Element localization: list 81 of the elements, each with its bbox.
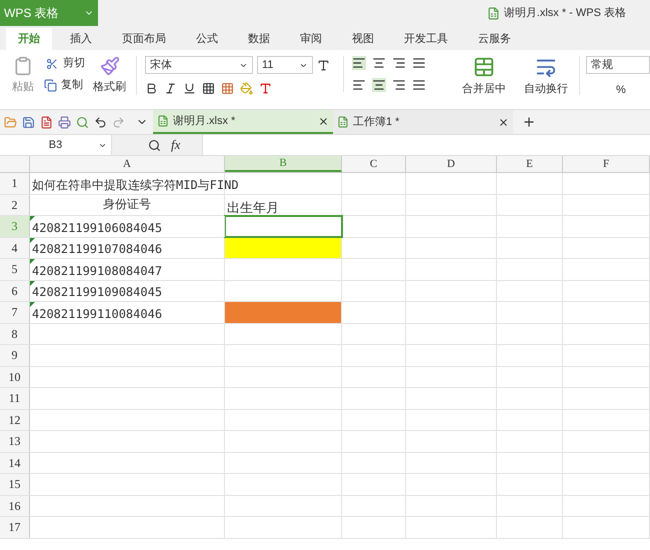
zoom-icon[interactable] [148, 138, 161, 152]
document-tab[interactable]: 谢明月.xlsx * [153, 110, 333, 134]
new-tab-icon[interactable] [522, 115, 536, 129]
align-center-icon[interactable] [372, 78, 386, 92]
document-icon [486, 6, 500, 20]
ribbon-tab[interactable]: 审阅 [288, 28, 334, 50]
align-right-icon[interactable] [392, 78, 406, 92]
row-header[interactable]: 14 [0, 452, 30, 473]
copy-button[interactable]: 复制 [44, 79, 85, 92]
bold-icon[interactable] [145, 82, 158, 95]
ribbon-tab[interactable]: 数据 [236, 28, 282, 50]
paintbrush-icon [100, 56, 120, 76]
table-cell[interactable]: 出生年月 [225, 194, 342, 215]
row-header[interactable]: 9 [0, 345, 30, 366]
row-header[interactable]: 17 [0, 517, 30, 538]
row-header[interactable]: 13 [0, 431, 30, 452]
row-header[interactable]: 12 [0, 410, 30, 430]
border-icon[interactable] [202, 82, 215, 95]
scissors-icon [44, 56, 59, 71]
document-tab[interactable]: 工作簿1 * [333, 110, 513, 134]
table-cell-text: 身份证号 [102, 196, 152, 212]
paste-button[interactable]: 粘贴 [6, 56, 40, 93]
table-cell[interactable] [225, 238, 342, 258]
table-cell[interactable] [225, 216, 342, 236]
table-cell[interactable] [225, 302, 342, 322]
clipboard-icon [13, 56, 33, 76]
align-middle-icon[interactable] [372, 56, 386, 70]
print-icon[interactable] [58, 116, 71, 128]
app-menu-button[interactable]: WPS 表格 [0, 0, 98, 26]
function-label[interactable]: fx [171, 135, 180, 155]
font-size-field[interactable]: 11 [257, 56, 313, 74]
percent-button[interactable]: % [586, 82, 650, 98]
justify-icon[interactable] [412, 78, 426, 92]
column-header[interactable]: D [406, 156, 497, 172]
cut-button[interactable]: 剪切 [44, 56, 85, 71]
column-header[interactable]: F [563, 156, 650, 172]
table-cell-text: 420821199108084047 [31, 262, 164, 280]
font-color-icon[interactable] [259, 82, 272, 95]
fill-color-icon[interactable] [240, 82, 253, 95]
ribbon-tab[interactable]: 云服务 [466, 28, 523, 50]
format-painter-button[interactable]: 格式刷 [93, 56, 126, 93]
italic-icon[interactable] [164, 82, 177, 95]
window-title: 谢明月.xlsx * - WPS 表格 [504, 6, 626, 21]
column-header[interactable]: E [497, 156, 563, 172]
align-left-icon[interactable] [352, 78, 366, 92]
copy-icon [44, 79, 57, 92]
row-header[interactable]: 8 [0, 324, 30, 344]
row-header[interactable]: 1 [0, 173, 30, 194]
table-cell-text: 420821199106084045 [31, 220, 164, 236]
table-cell-text: 420821199109084045 [31, 284, 164, 301]
column-header[interactable]: C [342, 156, 406, 172]
row-header[interactable]: 11 [0, 388, 30, 408]
table-cell-text: 420821199107084046 [31, 241, 164, 258]
close-icon [318, 116, 329, 126]
table-cell-text: 420821199110084046 [31, 306, 164, 322]
ribbon-tab[interactable]: 开发工具 [392, 28, 460, 50]
underline-icon[interactable] [183, 82, 196, 95]
row-header[interactable]: 10 [0, 366, 30, 387]
row-header[interactable]: 15 [0, 474, 30, 494]
ribbon-tab[interactable]: 公式 [184, 28, 230, 50]
spreadsheet-icon [337, 116, 349, 128]
row-header[interactable]: 7 [0, 302, 30, 322]
row-header[interactable]: 5 [0, 259, 30, 280]
font-name-field[interactable]: 宋体 [145, 56, 253, 74]
merge-center-button[interactable]: 合并居中 [455, 56, 513, 95]
row-header[interactable]: 2 [0, 194, 30, 215]
table-cell-text: 如何在符串中提取连续字符MID与FIND [31, 176, 240, 194]
close-icon [498, 116, 509, 128]
ribbon-tab[interactable]: 开始 [6, 28, 52, 50]
merge-cells-icon [473, 56, 495, 78]
row-header[interactable]: 16 [0, 496, 30, 516]
spreadsheet-icon [157, 115, 169, 127]
row-header[interactable]: 6 [0, 280, 30, 301]
row-header[interactable]: 4 [0, 238, 30, 258]
save-icon[interactable] [22, 116, 35, 128]
ribbon-tab[interactable]: 视图 [340, 28, 386, 50]
wrap-text-button[interactable]: 自动换行 [519, 56, 573, 95]
ribbon-tab[interactable]: 插入 [58, 28, 104, 50]
number-format-field[interactable]: 常规 [586, 56, 650, 74]
undo-icon[interactable] [94, 116, 107, 128]
ribbon-tab[interactable]: 页面布局 [110, 28, 178, 50]
